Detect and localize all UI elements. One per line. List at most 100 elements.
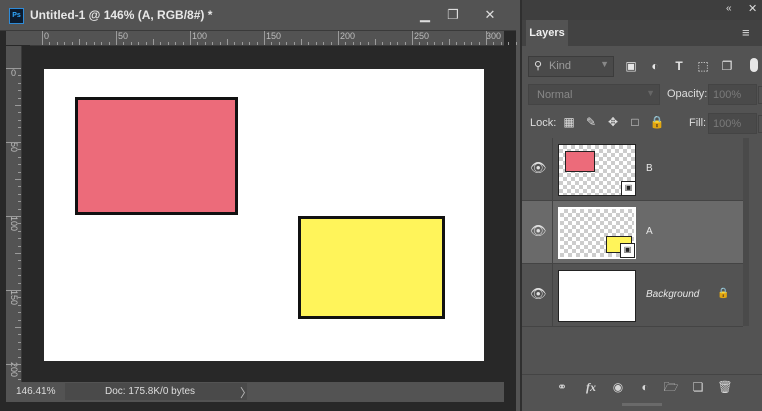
close-button[interactable]: ✕ [477,5,503,25]
opacity-field[interactable]: 100% [708,84,757,105]
thumbnail-shape [565,151,595,172]
type-filter-icon[interactable]: T [671,58,687,74]
ruler-tick [338,31,339,45]
filter-toggle[interactable] [750,58,758,72]
layer-row-b[interactable]: 👁 ▣ B [522,138,743,201]
ruler-tick [352,42,354,45]
layer-row-background[interactable]: 👁 Background 🔒 [522,264,743,327]
ruler-origin[interactable] [6,31,30,45]
ruler-tick [18,245,21,247]
lock-artboard-icon[interactable]: □ [627,114,643,130]
ruler-tick [18,97,21,99]
new-layer-icon[interactable]: ❏ [689,378,707,396]
ruler-tick [15,327,21,328]
ruler-tick [449,39,450,45]
adjustment-layer-icon[interactable]: ◐ [636,378,654,396]
layer-thumbnail[interactable]: ▣ [558,207,636,259]
filter-kind-dropdown[interactable]: ⚲ Kind ▼ [528,56,614,77]
layer-row-a[interactable]: 👁 ▣ A [522,201,743,264]
layers-scrollbar[interactable] [743,138,749,326]
delete-layer-icon[interactable]: 🗑 [716,378,734,396]
ruler-tick [241,42,243,45]
tab-layers[interactable]: Layers [526,20,568,46]
chevron-down-icon: ▼ [646,88,655,98]
ruler-tick [18,208,21,210]
smart-object-filter-icon[interactable]: ❐ [719,58,735,74]
ruler-tick [249,42,251,45]
minimize-button[interactable]: ▁ [412,5,438,25]
divider [552,138,553,200]
eye-icon[interactable]: 👁 [530,286,547,302]
ruler-tick [18,378,21,380]
blend-mode-dropdown[interactable]: Normal ▼ [528,84,660,105]
layer-thumbnail[interactable] [558,270,636,322]
ruler-tick [18,223,21,225]
new-group-icon[interactable]: 🗁 [662,378,680,396]
ruler-label: 0 [44,31,50,41]
zoom-level[interactable]: 146.41% [16,386,55,397]
lock-position-icon[interactable]: ✥ [605,114,621,130]
canvas[interactable] [44,69,484,361]
layer-b-rectangle[interactable] [75,97,238,215]
ruler-tick [18,75,21,77]
collapse-panel-icon[interactable]: « [726,3,732,14]
ruler-tick [463,42,465,45]
vertical-ruler[interactable]: 0 50 100 150 200 [6,46,22,402]
close-panel-icon[interactable]: ✕ [748,2,757,15]
fx-icon[interactable]: fx [582,378,600,396]
resize-grip[interactable] [622,403,662,406]
horizontal-ruler[interactable]: 0 50 100 150 200 250 300 [30,31,517,46]
ruler-tick [49,42,51,45]
ruler-tick [130,42,132,45]
doc-size-text: Doc: 175.8K/0 bytes [105,386,196,397]
ruler-label: 200 [340,31,356,41]
shape-filter-icon[interactable]: ⬚ [695,58,711,74]
layer-name[interactable]: Background [646,289,699,300]
ruler-tick [478,42,480,45]
lock-transparent-pixels-icon[interactable]: ▦ [561,114,577,130]
layer-thumbnail[interactable]: ▣ [558,144,636,196]
ruler-tick [18,230,21,232]
panel-tab-row: Layers ≡ [522,20,762,46]
ruler-tick [18,356,21,358]
lock-all-icon[interactable]: 🔒 [649,114,665,130]
opacity-dropdown-icon[interactable]: ▼ [758,86,762,104]
ruler-tick [278,42,280,45]
ruler-tick [515,42,517,45]
ruler-tick [271,42,273,45]
eye-icon[interactable]: 👁 [530,160,547,176]
fill-dropdown-icon[interactable]: ▼ [758,115,762,133]
document-title-bar[interactable]: Ps Untitled-1 @ 146% (A, RGB/8#) * ▁ ❐ ✕ [0,0,516,31]
layer-name[interactable]: B [646,163,653,174]
layer-name[interactable]: A [646,226,653,237]
ruler-tick [256,42,258,45]
link-layers-icon[interactable]: ⚭ [553,378,571,396]
layer-a-rectangle[interactable] [298,216,445,319]
ruler-tick [375,39,376,45]
doc-size-field[interactable]: Doc: 175.8K/0 bytes [65,383,247,400]
maximize-button[interactable]: ❐ [440,5,466,25]
layers-list: 👁 ▣ B 👁 ▣ A 👁 Background 🔒 [522,138,743,327]
ruler-tick [18,304,21,306]
lock-image-pixels-icon[interactable]: ✎ [583,114,599,130]
ruler-label: 0 [11,68,17,78]
smart-object-badge-icon: ▣ [620,243,635,258]
ruler-tick [219,42,221,45]
fill-field[interactable]: 100% [708,113,757,134]
image-filter-icon[interactable]: ▣ [623,58,639,74]
add-mask-icon[interactable]: ◉ [609,378,627,396]
eye-icon[interactable]: 👁 [530,223,547,239]
ruler-tick [138,42,140,45]
adjustment-filter-icon[interactable]: ◐ [647,58,663,74]
panel-header-bar[interactable]: « ✕ [522,0,762,20]
ruler-tick [412,31,413,45]
ruler-tick [471,42,473,45]
panel-menu-icon[interactable]: ≡ [742,25,750,40]
ruler-tick [18,312,21,314]
status-menu-arrow-icon[interactable]: 〉 [240,384,252,401]
ruler-tick [18,341,21,343]
ruler-tick [101,42,103,45]
document-title: Untitled-1 @ 146% (A, RGB/8#) * [30,8,213,22]
ruler-tick [330,42,332,45]
ruler-tick [18,134,21,136]
